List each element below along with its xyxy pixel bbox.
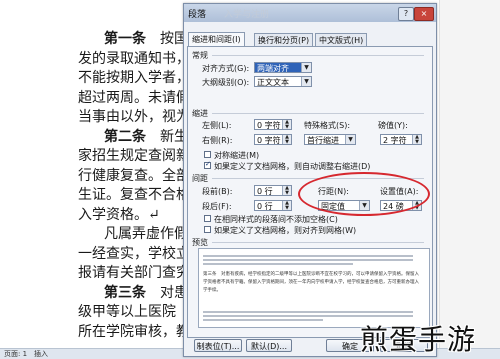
preview-text: 第三条 对患有疾病，经学校指定的二级甲等以上医院诊断不宜在校学习的，可以申请保留… <box>203 272 419 293</box>
preview-next-line <box>203 315 413 317</box>
spinner-arrows-icon[interactable]: ▲ ▼ <box>282 120 291 129</box>
indent-by-value: 2 字符 <box>383 136 407 145</box>
spinner-arrows-icon[interactable]: ▲ ▼ <box>412 135 421 144</box>
mirror-indent-checkbox[interactable] <box>204 151 211 158</box>
alignment-select[interactable]: 两端对齐 ▼ <box>254 62 312 73</box>
left-indent-value: 0 字符 <box>257 121 281 130</box>
preview-prev-line <box>203 259 413 261</box>
outline-level-select[interactable]: 正文文本 ▼ <box>254 76 312 87</box>
document-line: 当事由以外，视为 <box>78 109 190 125</box>
close-button[interactable]: × <box>414 7 434 21</box>
indent-divider <box>212 113 424 114</box>
document-line: 超过两周。未请假 <box>78 89 190 106</box>
document-line: 不能按期入学者， <box>78 70 190 86</box>
highlight-ring <box>298 172 430 216</box>
tab-asian-typography[interactable]: 中文版式(H) <box>315 33 368 47</box>
document-line: 第二条 新生 <box>104 128 188 145</box>
preview-prev-line <box>203 255 413 257</box>
snap-to-grid-label: 如果定义了文档网格，则对齐到网格(W) <box>214 226 357 235</box>
special-indent-value: 首行缩进 <box>307 136 339 145</box>
space-before-value: 0 行 <box>257 187 273 196</box>
right-indent-spinner[interactable]: 0 字符 ▲ ▼ <box>254 134 292 145</box>
dialog-title: 段落 <box>188 10 207 20</box>
dialog-titlebar[interactable]: 段落 入学与注册 ? × <box>184 4 436 22</box>
spinner-arrows-icon[interactable]: ▲ ▼ <box>282 186 291 195</box>
dialog-title-ghost: 入学与注册 <box>224 10 270 20</box>
right-indent-label: 右侧(R): <box>202 136 233 145</box>
left-indent-spinner[interactable]: 0 字符 ▲ ▼ <box>254 119 292 130</box>
left-indent-label: 左侧(L): <box>202 121 232 130</box>
space-after-spinner[interactable]: 0 行 ▲ ▼ <box>254 200 292 211</box>
special-indent-label: 特殊格式(S): <box>304 121 351 130</box>
no-space-same-style-checkbox[interactable] <box>204 215 211 222</box>
document-line: 级甲等以上医院（ <box>78 304 190 320</box>
spacing-section-label: 间距 <box>192 174 208 183</box>
spinner-arrows-icon[interactable]: ▲ ▼ <box>282 201 291 210</box>
document-line: 生证。复查不合格 <box>78 187 190 203</box>
document-line: 入学资格。↵ <box>78 206 160 223</box>
chevron-down-icon: ▼ <box>301 77 311 86</box>
special-indent-select[interactable]: 首行缩进 ▼ <box>304 134 356 145</box>
document-line: 报请有关部门查究 <box>78 265 190 281</box>
preview-next-line <box>203 319 323 321</box>
set-default-button[interactable]: 默认(D)... <box>246 339 292 352</box>
general-divider <box>212 55 424 56</box>
help-button[interactable]: ? <box>398 7 414 21</box>
mirror-indent-label: 对称缩进(M) <box>214 151 260 160</box>
outline-level-value: 正文文本 <box>257 78 289 87</box>
document-line: 第一条 按国 <box>104 31 188 47</box>
space-before-spinner[interactable]: 0 行 ▲ ▼ <box>254 185 292 196</box>
space-after-label: 段后(F): <box>202 202 232 211</box>
preview-prev-line <box>203 263 353 265</box>
right-indent-value: 0 字符 <box>257 136 281 145</box>
alignment-value: 两端对齐 <box>257 64 289 73</box>
spinner-arrows-icon[interactable]: ▲ ▼ <box>282 135 291 144</box>
paragraph-preview: 第三条 对患有疾病，经学校指定的二级甲等以上医院诊断不宜在校学习的，可以申请保留… <box>198 248 430 328</box>
chevron-down-icon: ▼ <box>345 135 355 144</box>
no-space-same-style-label: 在相同样式的段落间不添加空格(C) <box>214 215 338 224</box>
preview-section-label: 预览 <box>192 238 208 247</box>
tab-line-page-breaks[interactable]: 换行和分页(P) <box>254 33 314 47</box>
auto-right-indent-label: 如果定义了文档网格，则自动调整右缩进(D) <box>214 162 371 171</box>
document-right-margin <box>439 0 500 358</box>
preview-next-line <box>203 311 413 313</box>
space-after-value: 0 行 <box>257 202 273 211</box>
outline-level-label: 大纲级别(O): <box>202 78 250 87</box>
tab-stops-button[interactable]: 制表位(T)... <box>194 339 242 352</box>
document-line: 发的录取通知书， <box>78 50 190 67</box>
indent-section-label: 缩进 <box>192 109 208 118</box>
snap-to-grid-checkbox[interactable] <box>204 226 211 233</box>
document-line: 家招生规定查阅新 <box>78 148 190 164</box>
preview-divider <box>212 242 424 243</box>
alignment-label: 对齐方式(G): <box>202 64 250 73</box>
document-line: 凡属弄虚作假 <box>104 226 188 242</box>
space-before-label: 段前(B): <box>202 187 233 196</box>
general-section-label: 常规 <box>192 51 208 60</box>
chevron-down-icon: ▼ <box>301 63 311 72</box>
indent-by-label: 磅值(Y): <box>378 121 408 130</box>
document-line: 所在学院审核，教 <box>78 323 190 340</box>
watermark-logo: 煎蛋手游 <box>360 323 477 356</box>
tab-indent-spacing[interactable]: 缩进和间距(I) <box>188 32 245 47</box>
document-line: 一经查实，学校立 <box>78 245 190 262</box>
auto-right-indent-checkbox[interactable] <box>204 160 211 169</box>
document-line: 行健康复查。全部 <box>78 167 190 184</box>
document-line: 第三条 对患 <box>104 284 188 301</box>
indent-by-spinner[interactable]: 2 字符 ▲ ▼ <box>380 134 422 145</box>
